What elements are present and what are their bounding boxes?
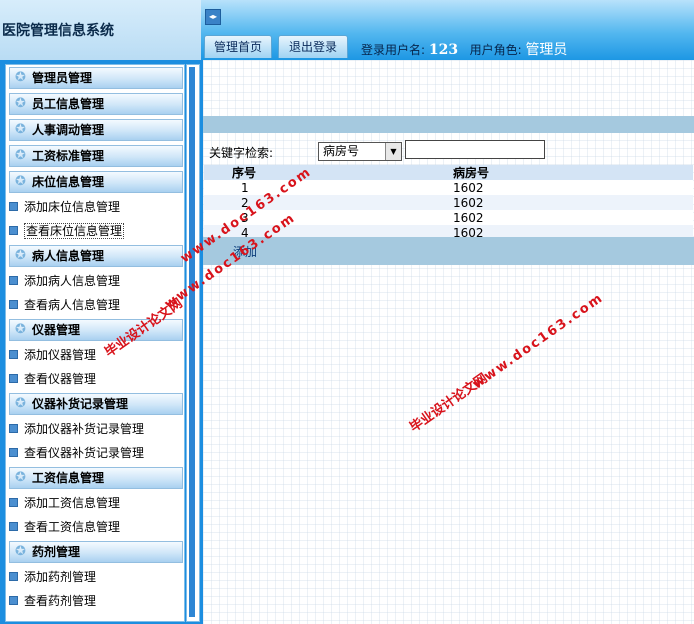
menu-section-restock[interactable]: ✪ 仪器补货记录管理 (9, 393, 183, 415)
menu-section-admin[interactable]: ✪ 管理员管理 (9, 67, 183, 89)
app-header-right: ◂▸ 管理首页 退出登录 登录用户名: 123 用户角色: 管理员 (201, 0, 694, 60)
bullet-square-icon (9, 350, 18, 359)
tab-admin-home[interactable]: 管理首页 (204, 35, 272, 58)
menu-item-add-pharmacy[interactable]: 添加药剂管理 (9, 568, 96, 586)
bullet-square-icon (9, 498, 18, 507)
star-icon: ✪ (15, 544, 26, 559)
title-bar (203, 116, 694, 133)
menu-section-transfer[interactable]: ✪ 人事调动管理 (9, 119, 183, 141)
star-icon: ✪ (15, 470, 26, 485)
bullet-square-icon (9, 300, 18, 309)
app-header-left: 医院管理信息系统 (0, 0, 201, 60)
bullet-square-icon (9, 202, 18, 211)
menu-item-view-pharmacy[interactable]: 查看药剂管理 (9, 592, 96, 610)
star-icon: ✪ (15, 122, 26, 137)
main-content: 关键字检索: 病房号 ▼ 序号 病房号 1 1602 2 1602 3 1602… (203, 60, 694, 624)
menu-item-add-restock[interactable]: 添加仪器补货记录管理 (9, 420, 144, 438)
menu-section-wage[interactable]: ✪ 工资信息管理 (9, 467, 183, 489)
search-field-select[interactable]: 病房号 ▼ (318, 142, 402, 161)
search-input[interactable] (405, 140, 545, 159)
bullet-square-icon (9, 424, 18, 433)
menu-item-view-instrument[interactable]: 查看仪器管理 (9, 370, 96, 388)
role-label: 用户角色: (469, 43, 522, 57)
tab-logout[interactable]: 退出登录 (278, 35, 348, 58)
bullet-square-icon (9, 374, 18, 383)
bullet-square-icon (9, 572, 18, 581)
scrollbar-thumb[interactable] (189, 67, 195, 617)
bullet-square-icon (9, 226, 18, 235)
star-icon: ✪ (15, 174, 26, 189)
login-info: 登录用户名: 123 用户角色: 管理员 (361, 39, 567, 59)
table-header-row: 序号 病房号 (204, 165, 693, 180)
menu-item-view-patient[interactable]: 查看病人信息管理 (9, 296, 120, 314)
menu-section-patient[interactable]: ✪ 病人信息管理 (9, 245, 183, 267)
collapse-toggle-icon[interactable]: ◂▸ (205, 9, 221, 25)
menu-section-employee[interactable]: ✪ 员工信息管理 (9, 93, 183, 115)
menu-section-pharmacy[interactable]: ✪ 药剂管理 (9, 541, 183, 563)
search-label: 关键字检索: (209, 146, 274, 160)
col-header-index: 序号 (232, 165, 257, 180)
star-icon: ✪ (15, 148, 26, 163)
star-icon: ✪ (15, 396, 26, 411)
sidebar: ✪ 管理员管理 ✪ 员工信息管理 ✪ 人事调动管理 ✪ 工资标准管理 ✪ 床位信息管理 添… (0, 60, 203, 624)
col-header-ward: 病房号 (453, 165, 490, 180)
role-value: 管理员 (525, 42, 568, 58)
bullet-square-icon (9, 276, 18, 285)
menu-item-add-patient[interactable]: 添加病人信息管理 (9, 272, 120, 290)
star-icon: ✪ (15, 248, 26, 263)
star-icon: ✪ (15, 96, 26, 111)
star-icon: ✪ (15, 322, 26, 337)
menu-item-view-restock[interactable]: 查看仪器补货记录管理 (9, 444, 144, 462)
menu-item-add-instrument[interactable]: 添加仪器管理 (9, 346, 96, 364)
sidebar-scrollbar[interactable] (186, 64, 200, 622)
bullet-square-icon (9, 596, 18, 605)
star-icon: ✪ (15, 70, 26, 85)
user-value: 123 (428, 42, 459, 58)
bullet-square-icon (9, 522, 18, 531)
menu-item-view-wage[interactable]: 查看工资信息管理 (9, 518, 120, 536)
menu-section-bed[interactable]: ✪ 床位信息管理 (9, 171, 183, 193)
app-title: 医院管理信息系统 (2, 23, 114, 39)
bullet-square-icon (9, 448, 18, 457)
menu-item-add-bed[interactable]: 添加床位信息管理 (9, 198, 120, 216)
sidebar-menu: ✪ 管理员管理 ✪ 员工信息管理 ✪ 人事调动管理 ✪ 工资标准管理 ✪ 床位信息管理 添… (5, 64, 185, 622)
menu-item-view-bed[interactable]: 查看床位信息管理 (9, 222, 125, 240)
add-bar: 添加 (203, 237, 694, 265)
user-label: 登录用户名: (361, 43, 426, 57)
menu-section-salary-standard[interactable]: ✪ 工资标准管理 (9, 145, 183, 167)
menu-item-add-wage[interactable]: 添加工资信息管理 (9, 494, 120, 512)
dropdown-arrow-icon[interactable]: ▼ (385, 143, 401, 160)
